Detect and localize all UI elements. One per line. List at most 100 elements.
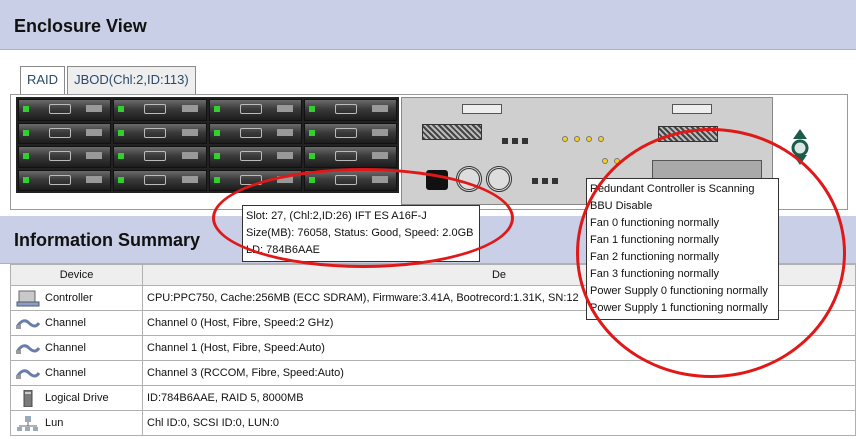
drive-status-led-icon — [118, 129, 125, 136]
device-description: Chl ID:0, SCSI ID:0, LUN:0 — [142, 410, 856, 436]
drive-latch-icon — [334, 127, 357, 138]
drive-handle-icon — [86, 152, 103, 159]
drive-latch-icon — [49, 127, 71, 138]
port-icon — [512, 138, 518, 144]
device-name: Channel — [45, 342, 86, 354]
drive-latch-icon — [49, 104, 71, 114]
drive-latch-icon — [144, 127, 167, 138]
drive-status-led-icon — [118, 176, 125, 183]
drive-handle-icon — [86, 128, 103, 136]
device-cell: Logical Drive — [10, 385, 143, 411]
device-name: Controller — [45, 292, 93, 304]
drive-latch-icon — [144, 174, 167, 185]
device-name: Channel — [45, 367, 86, 379]
drive-status-led-icon — [118, 153, 125, 159]
fan-icon — [486, 166, 512, 192]
drive-handle-icon — [181, 152, 198, 159]
drive-latch-icon — [144, 151, 167, 161]
device-cell: Channel — [10, 335, 143, 361]
drive-handle-icon — [181, 175, 198, 183]
status-led-icon — [562, 136, 568, 142]
table-row[interactable]: Lun Chl ID:0, SCSI ID:0, LUN:0 — [10, 410, 856, 436]
status-led-icon — [598, 136, 604, 142]
drive-bay[interactable] — [113, 146, 207, 168]
device-name: Logical Drive — [45, 392, 109, 404]
drive-bay[interactable] — [113, 99, 207, 121]
annotation-circle-drive — [212, 168, 514, 268]
annotation-circle-status — [576, 128, 846, 378]
drive-handle-icon — [276, 128, 293, 136]
drive-latch-icon — [334, 104, 357, 114]
drive-bay[interactable] — [303, 146, 397, 168]
drive-bay[interactable] — [303, 99, 397, 121]
drive-bay[interactable] — [113, 169, 207, 191]
port-icon — [542, 178, 548, 184]
device-cell: Controller — [10, 285, 143, 311]
drive-bay[interactable] — [208, 99, 302, 121]
drive-status-led-icon — [308, 129, 315, 136]
device-cell: Lun — [10, 410, 143, 436]
device-name: Channel — [45, 317, 86, 329]
enclosure-tabs: RAID JBOD(Chl:2,ID:113) — [20, 66, 198, 94]
drive-status-led-icon — [308, 153, 315, 159]
information-summary-title: Information Summary — [14, 230, 201, 250]
drive-status-led-icon — [23, 106, 29, 112]
drive-handle-icon — [372, 128, 388, 136]
status-led-icon — [586, 136, 592, 142]
channel-icon — [15, 315, 41, 332]
device-name: Lun — [45, 417, 64, 429]
drive-latch-icon — [49, 174, 71, 185]
drive-handle-icon — [181, 128, 198, 136]
drive-handle-icon — [86, 105, 103, 112]
controller-handle-icon — [462, 104, 502, 114]
lun-icon — [15, 415, 41, 432]
enclosure-view-header: Enclosure View — [0, 0, 856, 50]
drive-status-led-icon — [23, 176, 29, 183]
channel-icon — [15, 340, 41, 357]
drive-handle-icon — [372, 152, 388, 159]
vent-icon — [422, 124, 482, 140]
drive-status-led-icon — [308, 106, 315, 112]
drive-bay[interactable] — [208, 122, 302, 144]
port-icon — [502, 138, 508, 144]
drive-handle-icon — [86, 175, 103, 183]
column-header-device[interactable]: Device — [10, 264, 143, 286]
status-led-icon — [574, 136, 580, 142]
device-cell: Channel — [10, 310, 143, 336]
drive-handle-icon — [372, 105, 388, 112]
drive-status-led-icon — [213, 106, 220, 112]
drive-bay[interactable] — [18, 99, 112, 121]
status-led-icon — [602, 158, 608, 164]
drive-status-led-icon — [213, 176, 220, 183]
drive-status-led-icon — [23, 129, 29, 136]
port-icon — [522, 138, 528, 144]
drive-bay[interactable] — [18, 146, 112, 168]
drive-bay[interactable] — [18, 169, 112, 191]
drive-status-led-icon — [23, 153, 29, 159]
tab-jbod[interactable]: JBOD(Chl:2,ID:113) — [67, 66, 196, 94]
drive-handle-icon — [181, 105, 198, 112]
drive-status-led-icon — [118, 106, 125, 112]
drive-handle-icon — [276, 152, 293, 159]
drive-latch-icon — [239, 127, 262, 138]
drive-latch-icon — [239, 151, 262, 161]
port-icon — [552, 178, 558, 184]
drive-latch-icon — [49, 151, 71, 161]
drive-latch-icon — [239, 104, 262, 114]
tab-raid[interactable]: RAID — [20, 66, 66, 94]
drive-bay[interactable] — [113, 122, 207, 144]
drive-bay[interactable] — [208, 146, 302, 168]
device-description: ID:784B6AAE, RAID 5, 8000MB — [142, 385, 856, 411]
enclosure-view-title: Enclosure View — [14, 16, 147, 36]
drive-bay[interactable] — [303, 122, 397, 144]
port-icon — [532, 178, 538, 184]
drive-handle-icon — [276, 105, 293, 112]
drive-status-led-icon — [213, 129, 220, 136]
drive-latch-icon — [144, 104, 167, 114]
drive-latch-icon — [334, 151, 357, 161]
table-row[interactable]: Logical Drive ID:784B6AAE, RAID 5, 8000MB — [10, 385, 856, 411]
controller-icon — [15, 290, 41, 307]
channel-icon — [15, 365, 41, 382]
drive-bay[interactable] — [18, 122, 112, 144]
device-cell: Channel — [10, 360, 143, 386]
